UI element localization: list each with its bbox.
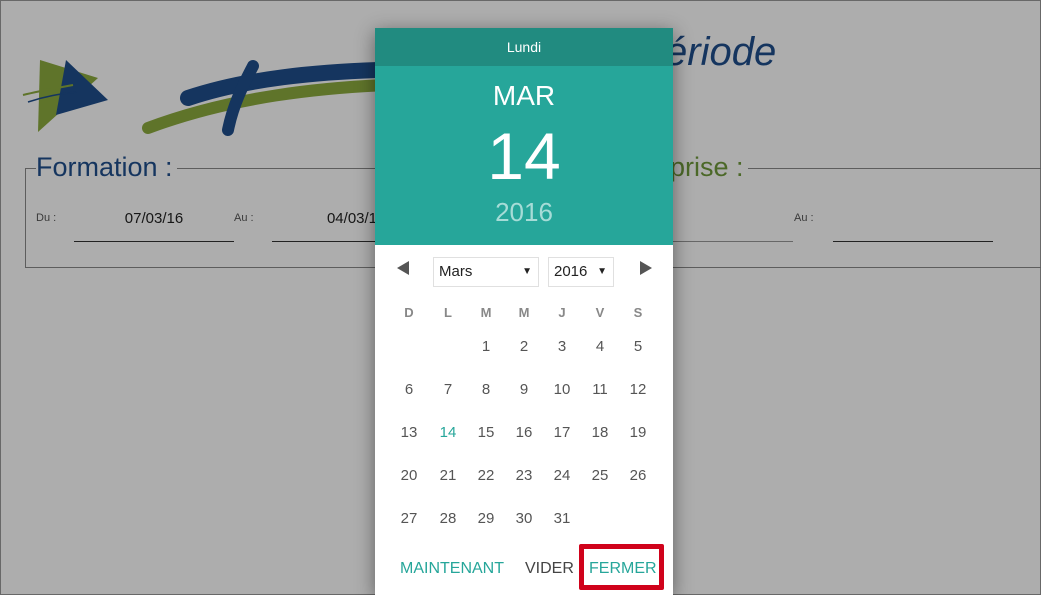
calendar-day[interactable]: 25 — [585, 461, 615, 491]
calendar-day[interactable]: 31 — [547, 504, 577, 534]
datepicker-weekday: Lundi — [375, 28, 673, 66]
calendar-day[interactable]: 5 — [623, 332, 653, 362]
calendar-day[interactable]: 8 — [471, 375, 501, 405]
datepicker-month: MAR — [492, 80, 556, 111]
prev-month-icon[interactable] — [397, 261, 409, 275]
calendar-day[interactable]: 27 — [394, 504, 424, 534]
calendar-day[interactable]: 30 — [509, 504, 539, 534]
datepicker-year: 2016 — [495, 197, 553, 227]
next-month-icon[interactable] — [640, 261, 652, 275]
year-select[interactable]: 2016 ▼ — [548, 257, 614, 287]
calendar-day[interactable]: 9 — [509, 375, 539, 405]
calendar-day[interactable]: 28 — [433, 504, 463, 534]
day-of-week-label: M — [518, 305, 530, 320]
day-of-week-label: M — [480, 305, 492, 320]
calendar-day[interactable]: 1 — [471, 332, 501, 362]
calendar-day[interactable]: 4 — [585, 332, 615, 362]
day-of-week-label: S — [633, 305, 643, 320]
calendar-day[interactable]: 14 — [433, 418, 463, 448]
day-of-week-label: J — [558, 305, 566, 320]
calendar-day[interactable]: 3 — [547, 332, 577, 362]
calendar-day[interactable]: 17 — [547, 418, 577, 448]
close-button-highlight — [579, 544, 664, 590]
calendar-day[interactable]: 12 — [623, 375, 653, 405]
datepicker-day: 14 — [487, 119, 561, 193]
calendar-day[interactable]: 7 — [433, 375, 463, 405]
calendar-day[interactable]: 23 — [509, 461, 539, 491]
calendar-day[interactable]: 18 — [585, 418, 615, 448]
calendar-day[interactable]: 2 — [509, 332, 539, 362]
day-of-week-label: V — [595, 305, 605, 320]
now-button[interactable]: MAINTENANT — [400, 560, 504, 578]
calendar-day[interactable]: 6 — [394, 375, 424, 405]
calendar-day[interactable]: 13 — [394, 418, 424, 448]
calendar-day[interactable]: 22 — [471, 461, 501, 491]
calendar-day[interactable]: 10 — [547, 375, 577, 405]
calendar-day[interactable]: 16 — [509, 418, 539, 448]
year-select-value: 2016 — [554, 263, 588, 280]
calendar-day[interactable]: 15 — [471, 418, 501, 448]
day-of-week-label: L — [444, 305, 452, 320]
calendar-day[interactable]: 11 — [585, 375, 615, 405]
clear-button[interactable]: VIDER — [525, 560, 574, 578]
calendar-day[interactable]: 29 — [471, 504, 501, 534]
calendar-day[interactable]: 19 — [623, 418, 653, 448]
month-select[interactable]: Mars ▼ — [433, 257, 539, 287]
chevron-down-icon: ▼ — [522, 266, 532, 277]
calendar-day[interactable]: 24 — [547, 461, 577, 491]
month-select-value: Mars — [439, 263, 473, 280]
calendar-day[interactable]: 26 — [623, 461, 653, 491]
datepicker-header: MAR 14 2016 — [375, 66, 673, 245]
calendar-day[interactable]: 21 — [433, 461, 463, 491]
chevron-down-icon: ▼ — [597, 266, 607, 277]
day-of-week-label: D — [404, 305, 414, 320]
datepicker-dialog: Lundi MAR 14 2016 Mars ▼ 2016 ▼ DLMMJVS … — [375, 28, 673, 595]
calendar-day[interactable]: 20 — [394, 461, 424, 491]
